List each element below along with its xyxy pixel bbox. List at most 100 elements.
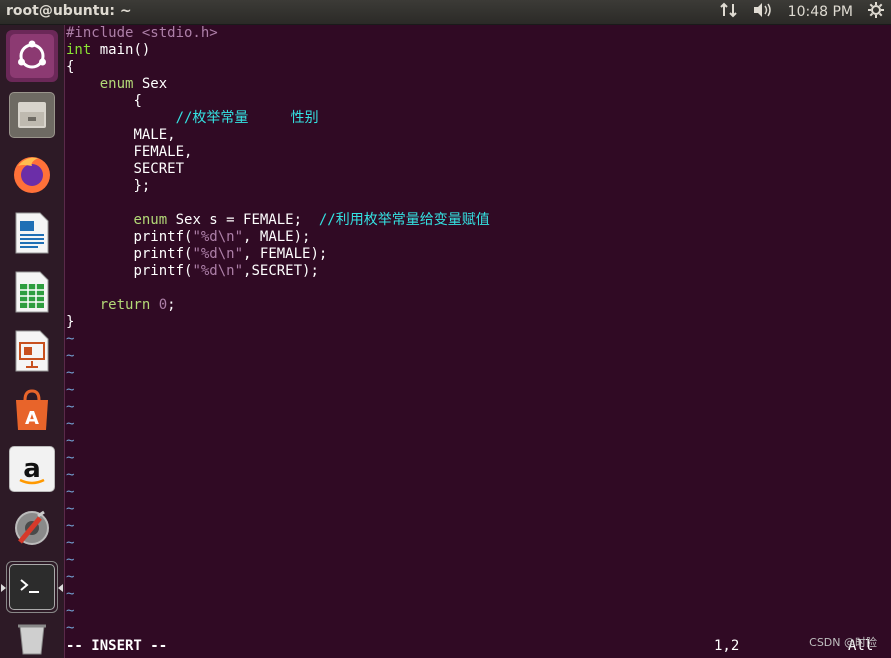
svg-text:A: A bbox=[25, 408, 39, 429]
code-line: SECRET bbox=[66, 161, 891, 178]
empty-line-marker: ~ bbox=[66, 450, 75, 466]
empty-line-marker: ~ bbox=[66, 433, 75, 449]
empty-line-marker: ~ bbox=[66, 331, 75, 347]
code-token: SECRET bbox=[133, 161, 185, 177]
code-token: printf( bbox=[133, 229, 193, 245]
libreoffice-writer-icon bbox=[10, 211, 54, 255]
cursor-position: 1,2 bbox=[714, 638, 740, 654]
code-token: #include bbox=[66, 25, 142, 41]
vim-editor[interactable]: #include <stdio.h> int main() { enum Sex… bbox=[66, 25, 891, 637]
launcher-terminal[interactable] bbox=[1, 561, 63, 613]
watermark: CSDN @时险 bbox=[809, 636, 877, 649]
system-settings-icon bbox=[10, 506, 54, 550]
code-line: { bbox=[66, 59, 891, 76]
clock[interactable]: 10:48 PM bbox=[788, 4, 853, 20]
launcher: A a bbox=[0, 25, 65, 658]
terminal-icon bbox=[9, 564, 55, 610]
libreoffice-calc-icon bbox=[10, 270, 54, 314]
trash-icon bbox=[10, 620, 54, 656]
launcher-firefox[interactable] bbox=[6, 148, 58, 200]
empty-line-marker: ~ bbox=[66, 620, 75, 636]
code-token: ,SECRET); bbox=[243, 263, 319, 279]
code-line: enum Sex s = FEMALE; //利用枚举常量给变量赋值 bbox=[66, 212, 891, 229]
vim-status-line: -- INSERT -- 1,2 All bbox=[66, 637, 891, 658]
code-line: //枚举常量 性别 bbox=[66, 110, 891, 127]
window-title: root@ubuntu: ~ bbox=[6, 3, 132, 19]
code-line: int main() bbox=[66, 42, 891, 59]
files-icon bbox=[9, 92, 55, 138]
code-line: MALE, bbox=[66, 127, 891, 144]
software-center-icon: A bbox=[10, 388, 54, 432]
system-tray: 10:48 PM bbox=[719, 0, 885, 24]
code-token: FEMALE, bbox=[133, 144, 193, 160]
launcher-writer[interactable] bbox=[6, 207, 58, 259]
code-token: { bbox=[133, 93, 142, 109]
svg-text:a: a bbox=[23, 454, 41, 484]
code-token: MALE, bbox=[133, 127, 176, 143]
code-token: }; bbox=[133, 178, 151, 194]
volume-icon[interactable] bbox=[752, 2, 774, 22]
empty-line-marker: ~ bbox=[66, 416, 75, 432]
ubuntu-logo-icon bbox=[10, 34, 54, 78]
empty-line-marker: ~ bbox=[66, 382, 75, 398]
launcher-trash[interactable] bbox=[6, 620, 58, 658]
code-token: <stdio.h> bbox=[141, 25, 218, 41]
code-line: #include <stdio.h> bbox=[66, 25, 891, 42]
code-token: } bbox=[66, 314, 75, 330]
code-line: printf("%d\n", FEMALE); bbox=[66, 246, 891, 263]
code-token: Sex s = FEMALE; bbox=[167, 212, 319, 228]
launcher-focus-indicator bbox=[58, 584, 63, 592]
firefox-icon bbox=[10, 152, 54, 196]
launcher-settings[interactable] bbox=[6, 502, 58, 554]
code-token: , FEMALE); bbox=[243, 246, 328, 262]
code-token: , MALE); bbox=[243, 229, 311, 245]
code-token: "%d\n" bbox=[192, 246, 244, 262]
code-token: "%d\n" bbox=[192, 229, 244, 245]
code-line: printf("%d\n", MALE); bbox=[66, 229, 891, 246]
empty-line-marker: ~ bbox=[66, 518, 75, 534]
code-line: }; bbox=[66, 178, 891, 195]
libreoffice-impress-icon bbox=[10, 329, 54, 373]
empty-line-marker: ~ bbox=[66, 569, 75, 585]
gear-icon[interactable] bbox=[867, 1, 885, 23]
code-token: int bbox=[66, 42, 92, 58]
launcher-amazon[interactable]: a bbox=[6, 443, 58, 495]
amazon-icon: a bbox=[9, 446, 55, 492]
code-token: enum bbox=[99, 76, 134, 92]
code-token: { bbox=[66, 59, 75, 75]
code-token: Sex bbox=[133, 76, 168, 92]
code-token: enum bbox=[133, 212, 168, 228]
code-line: enum Sex bbox=[66, 76, 891, 93]
empty-line-marker: ~ bbox=[66, 603, 75, 619]
launcher-active-indicator bbox=[1, 584, 6, 592]
empty-line-marker: ~ bbox=[66, 348, 75, 364]
empty-line-marker: ~ bbox=[66, 399, 75, 415]
launcher-software[interactable]: A bbox=[6, 384, 58, 436]
code-token: printf( bbox=[133, 263, 193, 279]
launcher-files[interactable] bbox=[6, 89, 58, 141]
empty-line-marker: ~ bbox=[66, 535, 75, 551]
launcher-ubuntu[interactable] bbox=[6, 30, 58, 82]
empty-line-marker: ~ bbox=[66, 484, 75, 500]
empty-line-marker: ~ bbox=[66, 552, 75, 568]
launcher-impress[interactable] bbox=[6, 325, 58, 377]
mode-indicator: -- INSERT -- bbox=[66, 638, 168, 654]
code-line: printf("%d\n",SECRET); bbox=[66, 263, 891, 280]
code-token: "%d\n" bbox=[192, 263, 244, 279]
launcher-calc[interactable] bbox=[6, 266, 58, 318]
code-line: FEMALE, bbox=[66, 144, 891, 161]
code-comment: //枚举常量 性别 bbox=[175, 110, 319, 126]
code-comment: //利用枚举常量给变量赋值 bbox=[318, 212, 490, 228]
code-token: return bbox=[99, 297, 151, 313]
code-line: return 0; bbox=[66, 297, 891, 314]
code-token: ; bbox=[167, 297, 176, 313]
network-icon[interactable] bbox=[719, 2, 738, 22]
empty-line-marker: ~ bbox=[66, 467, 75, 483]
top-panel: root@ubuntu: ~ 10:48 PM bbox=[0, 0, 891, 25]
code-line: { bbox=[66, 93, 891, 110]
empty-line-marker: ~ bbox=[66, 365, 75, 381]
code-line: } bbox=[66, 314, 891, 331]
